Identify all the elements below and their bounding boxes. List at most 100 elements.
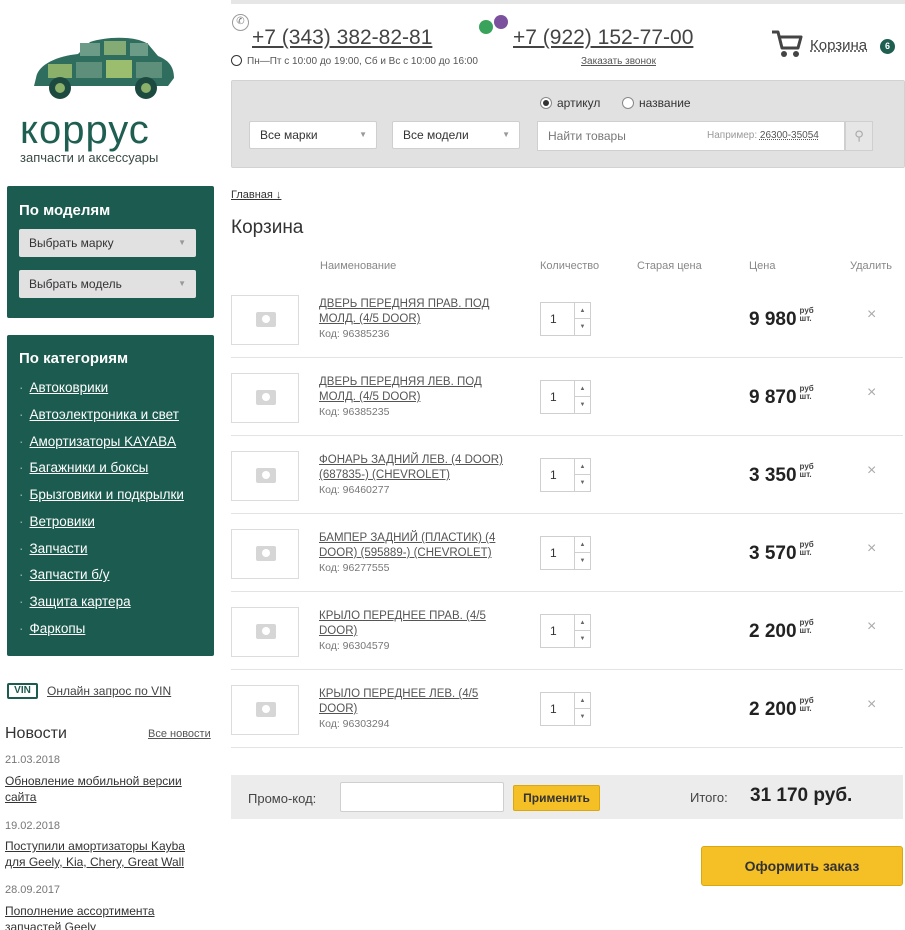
product-thumbnail[interactable] [231, 607, 299, 657]
quantity-stepper[interactable]: 1 ▲ ▼ [540, 536, 591, 570]
category-label: Автоковрики [29, 380, 109, 395]
price-value: 3 350 [749, 465, 797, 486]
cart-count-badge: 6 [880, 39, 895, 54]
cart-link[interactable]: Корзина [810, 37, 867, 54]
category-label: Ветровики [29, 514, 95, 529]
category-link[interactable]: · Ветровики [19, 514, 95, 529]
qty-increase-button[interactable]: ▲ [575, 303, 590, 319]
category-label: Багажники и боксы [29, 460, 149, 475]
product-thumbnail[interactable] [231, 529, 299, 579]
callback-link[interactable]: Заказать звонок [581, 56, 656, 67]
logo-wordmark: коррус [20, 108, 150, 152]
qty-increase-button[interactable]: ▲ [575, 693, 590, 709]
example-value-link[interactable]: 26300-35054 [760, 130, 819, 141]
news-date: 19.02.2018 [5, 820, 61, 832]
price-value: 9 870 [749, 387, 797, 408]
quantity-stepper[interactable]: 1 ▲ ▼ [540, 614, 591, 648]
chevron-down-icon: ▼ [178, 279, 186, 288]
radio-article[interactable]: артикул [540, 96, 600, 110]
qty-increase-button[interactable]: ▲ [575, 459, 590, 475]
category-link[interactable]: · Автоковрики [19, 380, 108, 395]
promo-code-input[interactable] [340, 782, 504, 812]
product-name-link[interactable]: ДВЕРЬ ПЕРЕДНЯЯ ЛЕВ. ПОД МОЛД. (4/5 DOOR) [319, 375, 515, 405]
qty-increase-button[interactable]: ▲ [575, 381, 590, 397]
model-select[interactable]: Все модели ▼ [392, 121, 520, 149]
news-link[interactable]: Пополнение ассортимента запчастей Geely [5, 903, 175, 930]
product-name-link[interactable]: ДВЕРЬ ПЕРЕДНЯЯ ПРАВ. ПОД МОЛД. (4/5 DOOR… [319, 297, 515, 327]
category-link[interactable]: · Багажники и боксы [19, 460, 148, 475]
radio-name[interactable]: название [622, 96, 691, 110]
sidebar-brand-select[interactable]: Выбрать марку ▼ [19, 229, 196, 257]
breadcrumb-home[interactable]: Главная ↓ [231, 189, 281, 201]
quantity-stepper[interactable]: 1 ▲ ▼ [540, 692, 591, 726]
category-link[interactable]: · Запчасти б/у [19, 567, 109, 582]
working-hours: Пн—Пт с 10:00 до 19:00, Сб и Вс с 10:00 … [231, 55, 478, 67]
qty-decrease-button[interactable]: ▼ [575, 631, 590, 647]
checkout-button[interactable]: Оформить заказ [701, 846, 903, 886]
category-label: Амортизаторы KAYABA [29, 434, 177, 449]
category-link[interactable]: · Защита картера [19, 594, 131, 609]
apply-promo-button[interactable]: Применить [513, 785, 600, 811]
clock-icon [231, 55, 242, 66]
product-name-link[interactable]: КРЫЛО ПЕРЕДНЕЕ ПРАВ. (4/5 DOOR) [319, 609, 515, 639]
column-header-name: Наименование [320, 260, 397, 272]
news-title: Новости [5, 725, 67, 742]
cart-row: ДВЕРЬ ПЕРЕДНЯЯ ПРАВ. ПОД МОЛД. (4/5 DOOR… [231, 280, 903, 358]
news-link[interactable]: Поступили амортизаторы Kayba для Geely, … [5, 838, 200, 870]
logo[interactable]: коррус запчасти и аксессуары [14, 34, 189, 169]
category-link[interactable]: · Автоэлектроника и свет [19, 407, 179, 422]
phone-link-mobile[interactable]: +7 (922) 152-77-00 [513, 26, 693, 50]
product-thumbnail[interactable] [231, 451, 299, 501]
unit-pcs: шт. [799, 314, 812, 323]
brand-select[interactable]: Все марки ▼ [249, 121, 377, 149]
top-line [231, 0, 905, 4]
delete-item-button[interactable]: × [867, 540, 876, 558]
phone-link-primary[interactable]: +7 (343) 382-82-81 [252, 26, 432, 50]
car-logo-icon [34, 37, 174, 99]
search-button[interactable]: ⚲ [845, 121, 873, 151]
quantity-stepper[interactable]: 1 ▲ ▼ [540, 302, 591, 336]
delete-item-button[interactable]: × [867, 384, 876, 402]
news-date: 21.03.2018 [5, 754, 61, 766]
news-link[interactable]: Обновление мобильной версии сайта [5, 773, 205, 805]
product-name-link[interactable]: КРЫЛО ПЕРЕДНЕЕ ЛЕВ. (4/5 DOOR) [319, 687, 515, 717]
product-name-link[interactable]: ФОНАРЬ ЗАДНИЙ ЛЕВ. (4 DOOR) (687835-) (C… [319, 453, 515, 483]
product-thumbnail[interactable] [231, 373, 299, 423]
qty-decrease-button[interactable]: ▼ [575, 319, 590, 335]
quantity-stepper[interactable]: 1 ▲ ▼ [540, 380, 591, 414]
delete-item-button[interactable]: × [867, 462, 876, 480]
vin-request-link[interactable]: Онлайн запрос по VIN [47, 684, 171, 698]
qty-decrease-button[interactable]: ▼ [575, 397, 590, 413]
quantity-value: 1 [550, 624, 557, 638]
delete-item-button[interactable]: × [867, 618, 876, 636]
product-name-link[interactable]: БАМПЕР ЗАДНИЙ (ПЛАСТИК) (4 DOOR) (595889… [319, 531, 515, 561]
delete-item-button[interactable]: × [867, 696, 876, 714]
category-link[interactable]: · Амортизаторы KAYABA [19, 434, 176, 449]
product-thumbnail[interactable] [231, 685, 299, 735]
cart-row: КРЫЛО ПЕРЕДНЕЕ ЛЕВ. (4/5 DOOR) Код: 9630… [231, 670, 903, 748]
search-icon: ⚲ [854, 128, 864, 143]
qty-decrease-button[interactable]: ▼ [575, 709, 590, 725]
all-news-link[interactable]: Все новости [148, 728, 211, 740]
product-code: Код: 96304579 [319, 640, 390, 652]
price-value: 2 200 [749, 699, 797, 720]
qty-decrease-button[interactable]: ▼ [575, 553, 590, 569]
product-thumbnail[interactable] [231, 295, 299, 345]
category-label: Брызговики и подкрылки [29, 487, 184, 502]
price-unit: руб шт. [800, 385, 814, 401]
qty-increase-button[interactable]: ▲ [575, 537, 590, 553]
category-link[interactable]: · Брызговики и подкрылки [19, 487, 184, 502]
qty-increase-button[interactable]: ▲ [575, 615, 590, 631]
sidebar-model-select[interactable]: Выбрать модель ▼ [19, 270, 196, 298]
quantity-stepper[interactable]: 1 ▲ ▼ [540, 458, 591, 492]
product-code: Код: 96460277 [319, 484, 390, 496]
category-label: Запчасти [29, 541, 88, 556]
category-link[interactable]: · Запчасти [19, 541, 88, 556]
delete-item-button[interactable]: × [867, 306, 876, 324]
quantity-value: 1 [550, 312, 557, 326]
close-icon: × [867, 540, 877, 557]
category-link[interactable]: · Фаркопы [19, 621, 85, 636]
qty-decrease-button[interactable]: ▼ [575, 475, 590, 491]
cart-icon[interactable] [770, 26, 804, 60]
logo-tagline: запчасти и аксессуары [20, 150, 159, 165]
